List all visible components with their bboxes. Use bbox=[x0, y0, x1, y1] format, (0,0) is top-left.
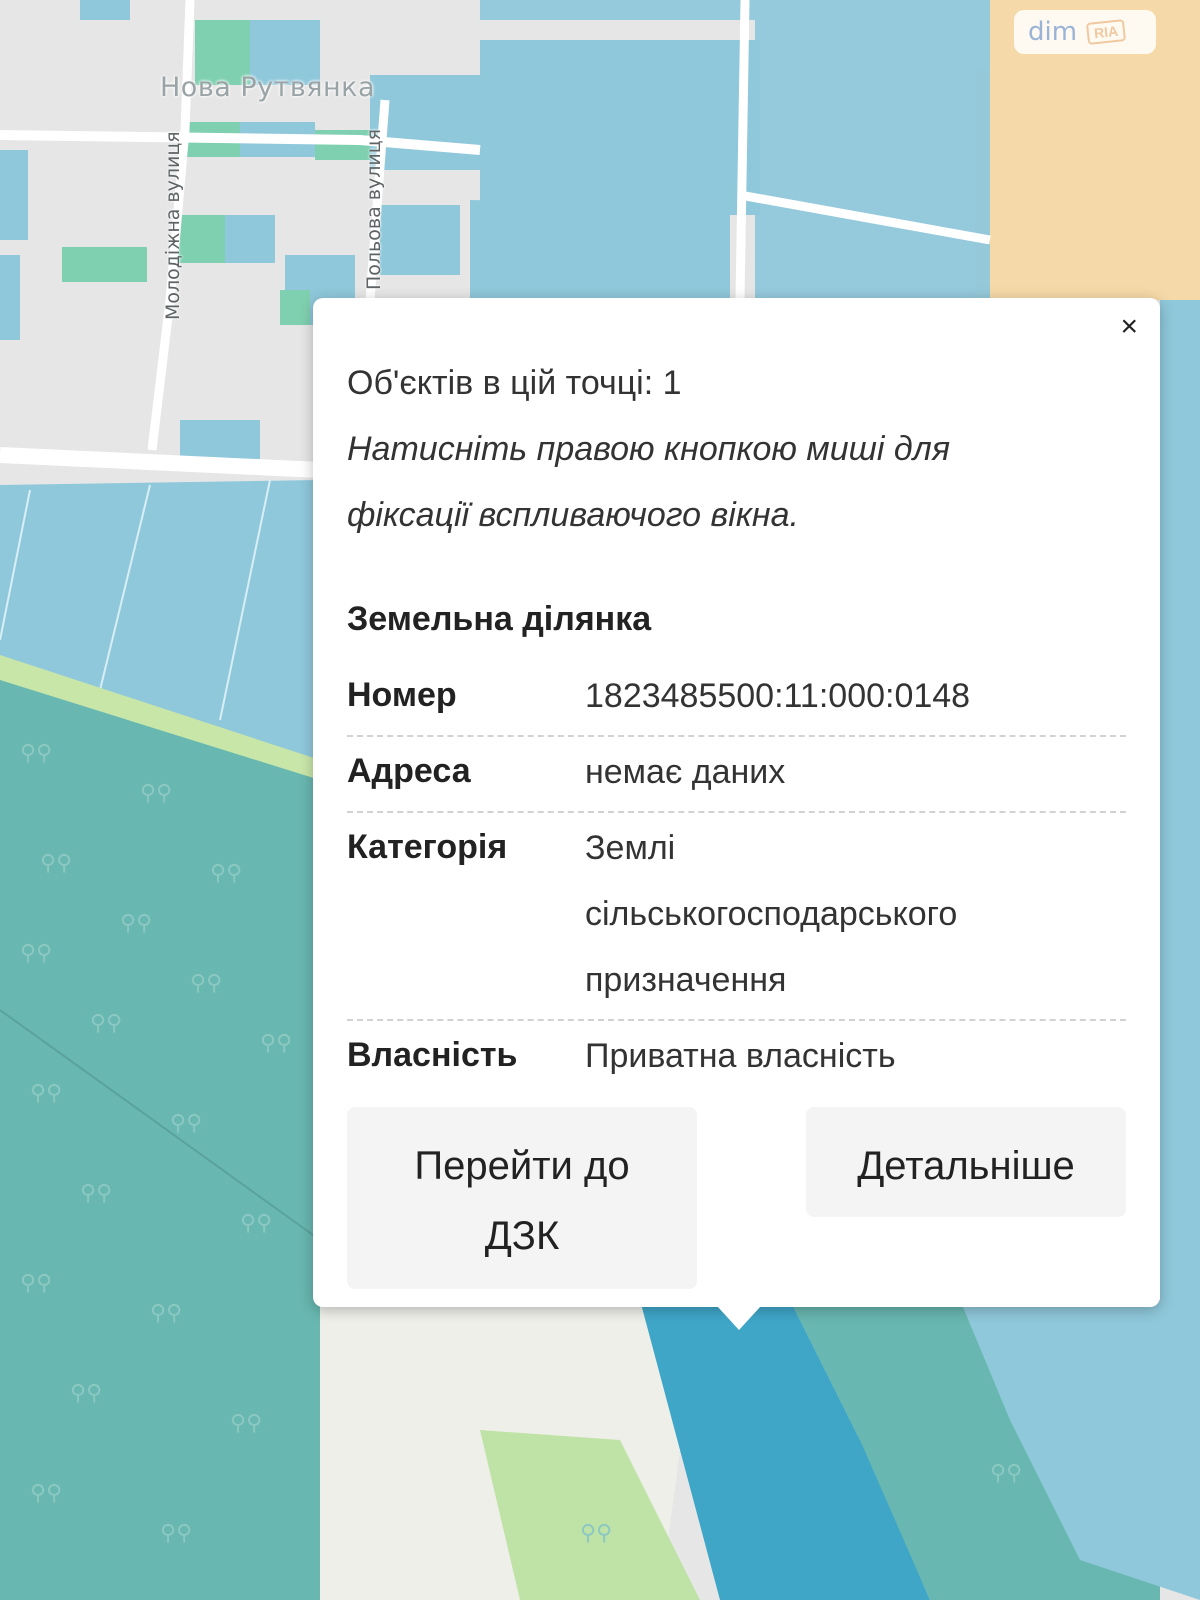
svg-text:⚲⚲: ⚲⚲ bbox=[140, 781, 172, 806]
svg-text:⚲⚲: ⚲⚲ bbox=[40, 851, 72, 876]
svg-text:⚲⚲: ⚲⚲ bbox=[20, 1271, 52, 1296]
svg-text:⚲⚲: ⚲⚲ bbox=[150, 1301, 182, 1326]
popup-actions: Перейти до ДЗК Детальніше bbox=[347, 1107, 1126, 1289]
svg-text:⚲⚲: ⚲⚲ bbox=[120, 911, 152, 936]
svg-text:⚲⚲: ⚲⚲ bbox=[580, 1521, 612, 1546]
svg-text:⚲⚲: ⚲⚲ bbox=[160, 1521, 192, 1546]
field-label: Власність bbox=[347, 1036, 518, 1074]
svg-text:⚲⚲: ⚲⚲ bbox=[30, 1481, 62, 1506]
svg-text:⚲⚲: ⚲⚲ bbox=[990, 1461, 1022, 1486]
hint-line: Натисніть правою кнопкою миші для bbox=[347, 430, 950, 468]
button-label-line: ДЗК bbox=[484, 1214, 560, 1258]
category-line: Землі bbox=[585, 829, 676, 867]
field-label: Номер bbox=[347, 676, 457, 714]
svg-text:⚲⚲: ⚲⚲ bbox=[230, 1411, 262, 1436]
popup-pointer bbox=[717, 1306, 761, 1330]
address-value: немає даних bbox=[585, 753, 786, 791]
svg-text:⚲⚲: ⚲⚲ bbox=[20, 741, 52, 766]
field-row-ownership: Власність Приватна власність bbox=[347, 1021, 1126, 1095]
close-icon[interactable]: × bbox=[1120, 312, 1138, 342]
watermark-ria-badge: RIA bbox=[1086, 19, 1127, 45]
details-button[interactable]: Детальніше bbox=[806, 1107, 1126, 1217]
objects-count: Об'єктів в цій точці: 1 bbox=[347, 364, 682, 402]
field-row-category: Категорія Землі сільськогосподарського п… bbox=[347, 813, 1126, 1021]
svg-text:⚲⚲: ⚲⚲ bbox=[240, 1211, 272, 1236]
section-title: Земельна ділянка bbox=[347, 600, 652, 638]
field-row-number: Номер 1823485500:11:000:0148 bbox=[347, 661, 1126, 737]
category-line: сільськогосподарського bbox=[585, 895, 958, 933]
parcel-info-popup: × Об'єктів в цій точці: 1 Натисніть прав… bbox=[313, 298, 1160, 1307]
svg-text:⚲⚲: ⚲⚲ bbox=[30, 1081, 62, 1106]
button-label-line: Перейти до bbox=[414, 1144, 630, 1188]
field-row-address: Адреса немає даних bbox=[347, 737, 1126, 813]
svg-text:⚲⚲: ⚲⚲ bbox=[260, 1031, 292, 1056]
street-label-polova: Польова вулиця bbox=[363, 128, 385, 290]
goto-dzk-button[interactable]: Перейти до ДЗК bbox=[347, 1107, 697, 1289]
svg-text:⚲⚲: ⚲⚲ bbox=[90, 1011, 122, 1036]
hint-line: фіксації вспливаючого вікна. bbox=[347, 496, 799, 534]
cadastral-number: 1823485500:11:000:0148 bbox=[585, 677, 971, 715]
svg-text:⚲⚲: ⚲⚲ bbox=[210, 861, 242, 886]
place-label: Нова Рутвянка bbox=[160, 72, 376, 103]
fix-popup-hint: Натисніть правою кнопкою миші для фіксац… bbox=[347, 416, 1126, 548]
svg-text:⚲⚲: ⚲⚲ bbox=[20, 941, 52, 966]
field-label: Адреса bbox=[347, 752, 471, 790]
category-value: Землі сільськогосподарського призначення bbox=[585, 815, 1126, 1013]
street-label-molodizhna: Молодіжна вулиця bbox=[162, 131, 184, 320]
ownership-value: Приватна власність bbox=[585, 1037, 896, 1075]
svg-text:⚲⚲: ⚲⚲ bbox=[80, 1181, 112, 1206]
field-label: Категорія bbox=[347, 828, 508, 866]
svg-text:⚲⚲: ⚲⚲ bbox=[70, 1381, 102, 1406]
dimria-watermark: dim RIA bbox=[1014, 10, 1156, 54]
category-line: призначення bbox=[585, 961, 787, 999]
svg-text:⚲⚲: ⚲⚲ bbox=[170, 1111, 202, 1136]
svg-text:⚲⚲: ⚲⚲ bbox=[190, 971, 222, 996]
watermark-dim-text: dim bbox=[1028, 17, 1078, 47]
